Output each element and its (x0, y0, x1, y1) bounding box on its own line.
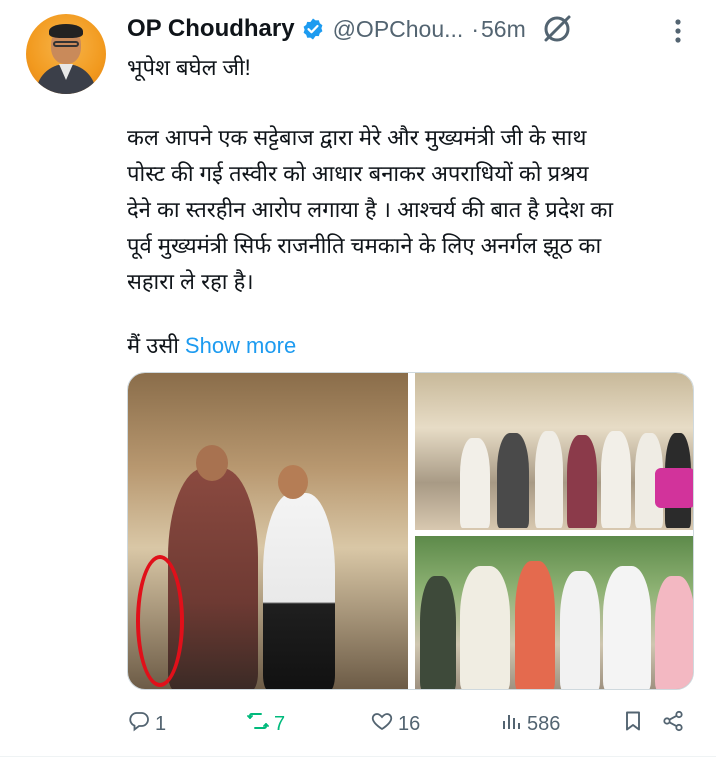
tweet-card[interactable]: OP Choudhary @OPChou... · 56m भूपेश बघेल… (0, 0, 716, 776)
author-handle[interactable]: @OPChou... (333, 16, 464, 43)
tweet-timestamp[interactable]: 56m (481, 16, 526, 43)
tweet-body: कल आपने एक सट्टेबाज द्वारा मेरे और मुख्य… (127, 120, 697, 300)
repost-button[interactable]: 7 (246, 706, 285, 742)
share-button[interactable] (661, 706, 685, 742)
tweet-line: कल आपने एक सट्टेबाज द्वारा मेरे और मुख्य… (127, 125, 587, 150)
views-button[interactable]: 586 (499, 706, 560, 742)
like-button[interactable]: 16 (370, 706, 420, 742)
tweet-line: पूर्व मुख्यमंत्री सिर्फ राजनीति चमकाने क… (127, 233, 602, 258)
show-more-link[interactable]: Show more (185, 333, 296, 358)
reply-icon (127, 709, 151, 739)
avatar[interactable] (26, 14, 106, 94)
truncated-text: मैं उसी (127, 333, 179, 358)
tweet-header: OP Choudhary @OPChou... · 56m (127, 12, 574, 46)
media-photo-hotel-room[interactable] (128, 373, 408, 689)
reply-button[interactable]: 1 (127, 706, 166, 742)
views-count: 586 (527, 712, 561, 735)
reply-count: 1 (155, 712, 167, 735)
time-separator: · (471, 15, 479, 42)
divider (0, 756, 716, 757)
bookmark-icon (621, 709, 645, 739)
like-count: 16 (398, 712, 421, 735)
views-icon (499, 709, 523, 739)
like-icon (370, 709, 394, 739)
media-photo-group-hall[interactable] (415, 373, 693, 530)
tweet-salutation: भूपेश बघेल जी! (127, 55, 251, 80)
tweet-truncated-line: मैं उसी Show more (127, 330, 296, 360)
highlight-circle (136, 555, 184, 687)
tweet-line: पोस्ट की गई तस्वीर को आधार बनाकर अपराधिय… (127, 161, 589, 186)
repost-count: 7 (274, 712, 286, 735)
tweet-line: देने का स्तरहीन आरोप लगाया है । आश्चर्य … (127, 197, 614, 222)
media-photo-outdoor-group[interactable] (415, 536, 693, 689)
bookmark-button[interactable] (621, 706, 645, 742)
repost-icon (246, 709, 270, 739)
media-grid (127, 372, 694, 690)
verified-badge-icon (301, 17, 325, 41)
grok-icon[interactable] (540, 12, 574, 46)
tweet-actions: 1 7 16 586 (127, 706, 697, 742)
author-name[interactable]: OP Choudhary (127, 15, 295, 43)
more-options-icon[interactable] (666, 14, 690, 48)
share-icon (661, 709, 685, 739)
tweet-line: सहारा ले रहा है। (127, 269, 254, 294)
